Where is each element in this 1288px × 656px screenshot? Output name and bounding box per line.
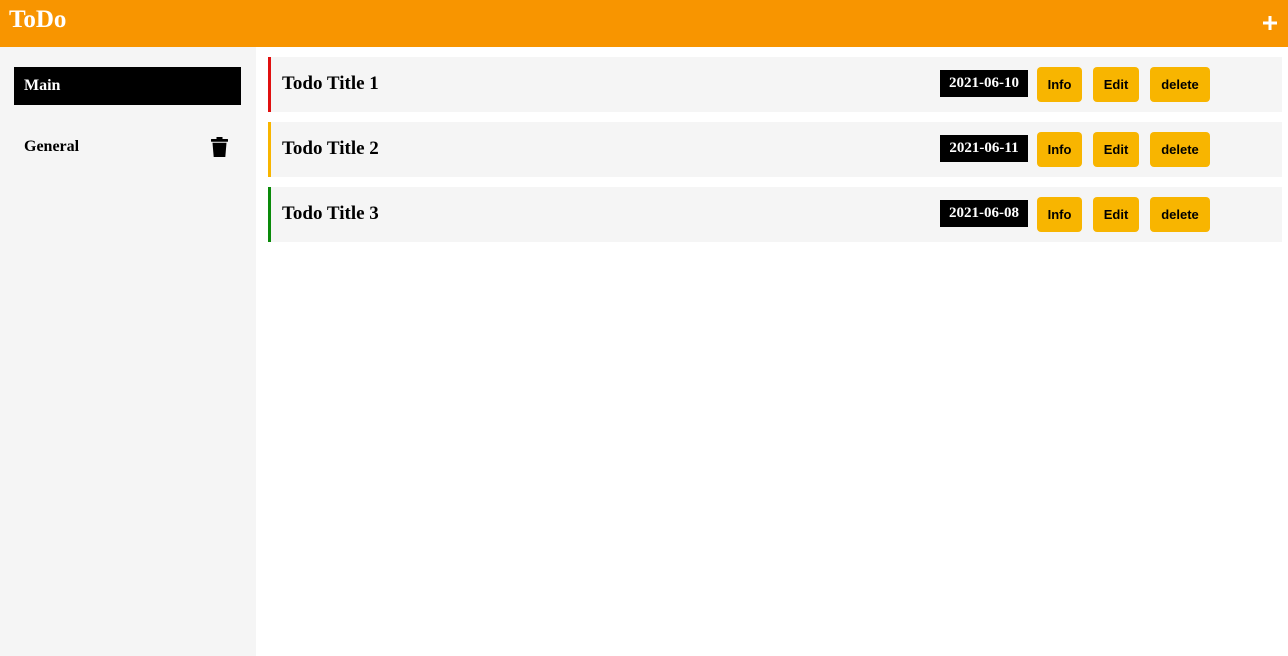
edit-button[interactable]: Edit: [1093, 67, 1139, 102]
todo-title: Todo Title 3: [282, 203, 379, 224]
trash-icon: [210, 137, 228, 157]
app-title: ToDo: [9, 6, 67, 33]
delete-button[interactable]: delete: [1150, 197, 1210, 232]
add-todo-button[interactable]: [1256, 9, 1284, 37]
app-header: ToDo: [0, 0, 1288, 47]
todo-row: Todo Title 1 2021-06-10 Info Edit delete: [268, 57, 1282, 112]
edit-button[interactable]: Edit: [1093, 132, 1139, 167]
todo-title: Todo Title 2: [282, 138, 379, 159]
delete-button[interactable]: delete: [1150, 67, 1210, 102]
info-button[interactable]: Info: [1037, 197, 1082, 232]
info-button[interactable]: Info: [1037, 132, 1082, 167]
sidebar-item-label: General: [24, 138, 80, 155]
todo-date-badge: 2021-06-10: [940, 70, 1028, 97]
delete-button[interactable]: delete: [1150, 132, 1210, 167]
edit-button[interactable]: Edit: [1093, 197, 1139, 232]
delete-list-button[interactable]: [209, 136, 229, 158]
todo-date-badge: 2021-06-11: [940, 135, 1028, 162]
todo-title: Todo Title 1: [282, 73, 379, 94]
sidebar-item-main[interactable]: Main: [14, 67, 241, 105]
todo-row: Todo Title 3 2021-06-08 Info Edit delete: [268, 187, 1282, 242]
sidebar-item-label: Main: [24, 77, 61, 94]
info-button[interactable]: Info: [1037, 67, 1082, 102]
todo-row: Todo Title 2 2021-06-11 Info Edit delete: [268, 122, 1282, 177]
plus-icon: [1263, 16, 1277, 30]
sidebar-item-general[interactable]: General: [14, 128, 241, 166]
todo-date-badge: 2021-06-08: [940, 200, 1028, 227]
